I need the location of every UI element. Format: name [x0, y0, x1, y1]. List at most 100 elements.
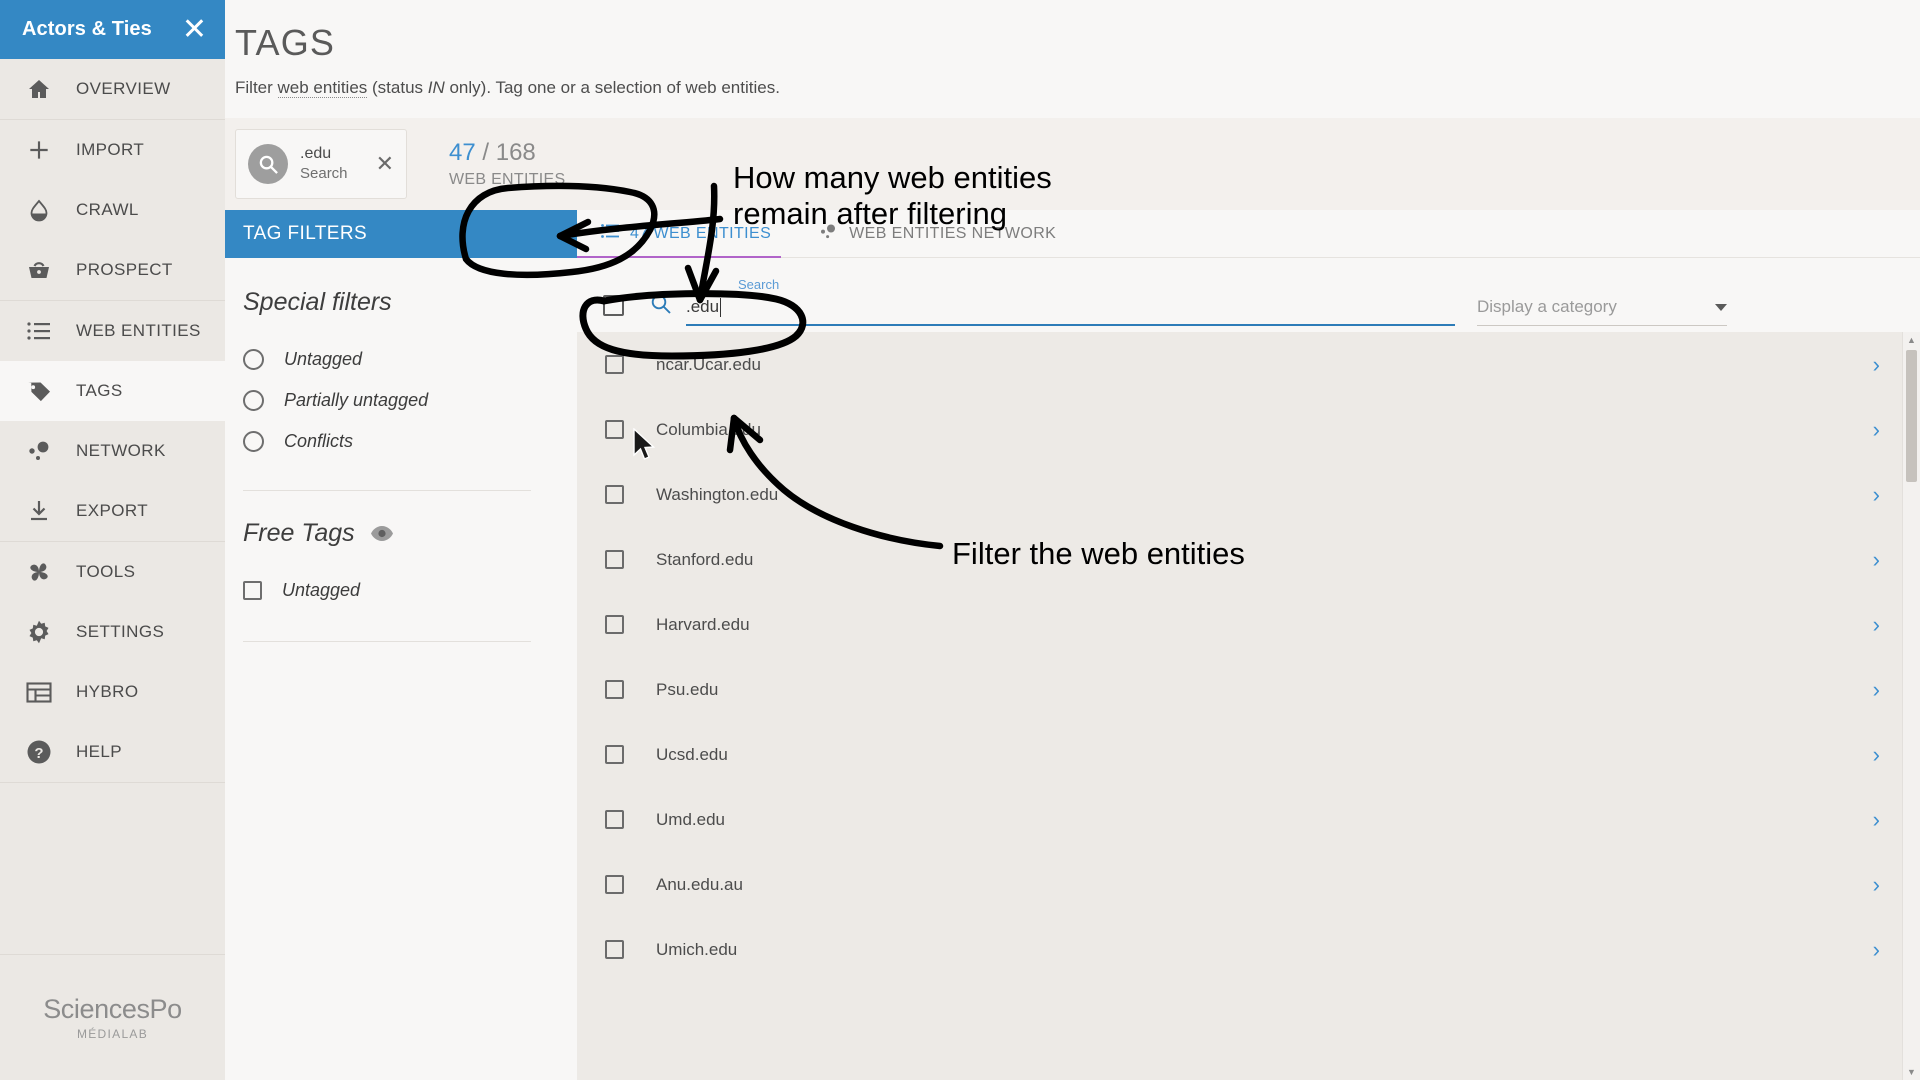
select-all-checkbox[interactable]: [603, 295, 624, 316]
sidebar-item-network[interactable]: NETWORK: [0, 421, 225, 481]
tag-filters-pane: TAG FILTERS Special filters Untagged Par…: [225, 210, 577, 1080]
scrollbar-thumb[interactable]: [1906, 350, 1917, 482]
table-row[interactable]: Umd.edu ›: [577, 787, 1902, 852]
sidebar-title: Actors & Ties: [22, 18, 152, 40]
sidebar-item-tools[interactable]: TOOLS: [0, 542, 225, 602]
chevron-right-icon[interactable]: ›: [1873, 937, 1880, 963]
row-checkbox[interactable]: [605, 680, 624, 699]
entity-name: Ucsd.edu: [656, 744, 728, 764]
table-row[interactable]: ncar.Ucar.edu ›: [577, 332, 1902, 397]
close-icon[interactable]: ✕: [376, 153, 394, 175]
home-icon: [24, 74, 54, 104]
row-checkbox[interactable]: [605, 485, 624, 504]
sidebar-item-web-entities[interactable]: WEB ENTITIES: [0, 301, 225, 361]
radio-icon[interactable]: [243, 390, 264, 411]
text-caret: [720, 297, 722, 317]
sidebar-group-4: TOOLS SETTINGS HYBRO ? HELP: [0, 542, 225, 783]
row-checkbox[interactable]: [605, 810, 624, 829]
sidebar-item-hybro[interactable]: HYBRO: [0, 662, 225, 722]
sidebar-item-crawl[interactable]: CRAWL: [0, 180, 225, 240]
special-filter-partially-untagged[interactable]: Partially untagged: [243, 380, 577, 421]
table-row[interactable]: Harvard.edu ›: [577, 592, 1902, 657]
divider: [243, 490, 531, 491]
page-header: TAGS Filter web entities (status IN only…: [225, 0, 1920, 118]
chevron-right-icon[interactable]: ›: [1873, 547, 1880, 573]
sidebar-item-tags[interactable]: TAGS: [0, 361, 225, 421]
search-field-wrapper: Search .edu: [650, 277, 1455, 332]
chip-value: .edu: [300, 145, 332, 162]
free-tag-label: Untagged: [282, 580, 361, 600]
sidebar-item-prospect[interactable]: PROSPECT: [0, 240, 225, 300]
entity-name: Stanford.edu: [656, 549, 754, 569]
free-tag-untagged[interactable]: Untagged: [243, 570, 577, 611]
search-field-label: Search: [738, 277, 780, 292]
row-checkbox[interactable]: [605, 420, 624, 439]
chevron-right-icon[interactable]: ›: [1873, 677, 1880, 703]
chevron-right-icon[interactable]: ›: [1873, 872, 1880, 898]
sidebar-item-label: WEB ENTITIES: [76, 321, 201, 340]
sidebar-item-export[interactable]: EXPORT: [0, 481, 225, 541]
checkbox-icon[interactable]: [243, 581, 262, 600]
table-row[interactable]: Ucsd.edu ›: [577, 722, 1902, 787]
network-icon: [24, 436, 54, 466]
body-split: TAG FILTERS Special filters Untagged Par…: [225, 210, 1920, 1080]
search-filter-chip[interactable]: .edu Search ✕: [235, 129, 407, 199]
radio-icon[interactable]: [243, 431, 264, 452]
row-checkbox[interactable]: [605, 875, 624, 894]
scroll-down-icon[interactable]: ▼: [1903, 1064, 1920, 1080]
row-checkbox[interactable]: [605, 615, 624, 634]
counter-values: 47 / 168: [449, 139, 566, 168]
row-checkbox[interactable]: [605, 745, 624, 764]
chevron-right-icon[interactable]: ›: [1873, 417, 1880, 443]
chevron-right-icon[interactable]: ›: [1873, 352, 1880, 378]
sidebar-item-help[interactable]: ? HELP: [0, 722, 225, 782]
search-icon: [248, 144, 288, 184]
special-filter-untagged[interactable]: Untagged: [243, 339, 577, 380]
table-row[interactable]: Washington.edu ›: [577, 462, 1902, 527]
main-content: TAGS Filter web entities (status IN only…: [225, 0, 1920, 1080]
radio-icon[interactable]: [243, 349, 264, 370]
search-input[interactable]: .edu: [686, 297, 1455, 326]
tab-bar: 47 WEB ENTITIES WEB ENTITIES NETWORK: [577, 210, 1920, 259]
sidebar-item-import[interactable]: IMPORT: [0, 120, 225, 180]
table-row[interactable]: Anu.edu.au ›: [577, 852, 1902, 917]
chevron-right-icon[interactable]: ›: [1873, 482, 1880, 508]
close-icon[interactable]: ✕: [182, 14, 207, 44]
search-input-value: .edu: [686, 297, 720, 316]
chevron-right-icon[interactable]: ›: [1873, 807, 1880, 833]
plus-icon: [24, 135, 54, 165]
tab-web-entities[interactable]: 47 WEB ENTITIES: [577, 210, 795, 259]
chevron-right-icon[interactable]: ›: [1873, 612, 1880, 638]
sidebar-item-settings[interactable]: SETTINGS: [0, 602, 225, 662]
entity-name: Anu.edu.au: [656, 874, 743, 894]
entities-pane: 47 WEB ENTITIES WEB ENTITIES NETWORK Sea…: [577, 210, 1920, 1080]
eye-icon[interactable]: [370, 519, 393, 548]
table-row[interactable]: Umich.edu ›: [577, 917, 1902, 982]
row-checkbox[interactable]: [605, 940, 624, 959]
category-placeholder: Display a category: [1477, 297, 1617, 316]
row-checkbox[interactable]: [605, 355, 624, 374]
sidebar-item-overview[interactable]: OVERVIEW: [0, 59, 225, 119]
table-row[interactable]: Stanford.edu ›: [577, 527, 1902, 592]
basket-icon: [24, 255, 54, 285]
table-row[interactable]: Psu.edu ›: [577, 657, 1902, 722]
entity-list-scroll-area: ncar.Ucar.edu › Columbia.edu › Washingto…: [577, 332, 1902, 1080]
sidebar-item-label: SETTINGS: [76, 622, 165, 641]
gear-icon: [24, 617, 54, 647]
vertical-scrollbar[interactable]: ▲ ▼: [1902, 332, 1920, 1080]
list-icon: [24, 316, 54, 346]
droplet-icon: [24, 195, 54, 225]
question-icon: ?: [24, 737, 54, 767]
mouse-cursor: [632, 427, 658, 467]
subtitle-part-3: only). Tag one or a selection of web ent…: [444, 78, 780, 97]
special-filter-conflicts[interactable]: Conflicts: [243, 421, 577, 462]
row-checkbox[interactable]: [605, 550, 624, 569]
chevron-right-icon[interactable]: ›: [1873, 742, 1880, 768]
category-select[interactable]: Display a category: [1477, 297, 1727, 326]
list-icon: [601, 224, 619, 243]
scroll-up-icon[interactable]: ▲: [1903, 332, 1920, 348]
table-row[interactable]: Columbia.edu ›: [577, 397, 1902, 462]
tab-web-entities-network[interactable]: WEB ENTITIES NETWORK: [795, 210, 1080, 258]
web-entities-link[interactable]: web entities: [277, 78, 368, 98]
subtitle-part-2: (status: [367, 78, 428, 97]
